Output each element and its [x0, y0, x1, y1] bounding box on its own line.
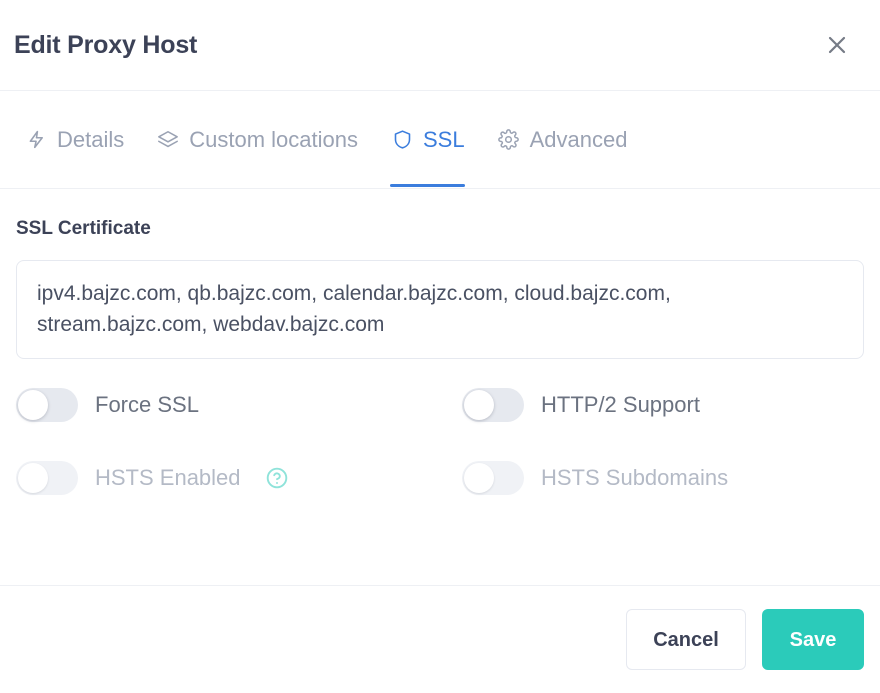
tab-bar: Details Custom locations SSL Advanced — [0, 91, 880, 189]
hsts-subdomains-label: HSTS Subdomains — [541, 465, 729, 491]
edit-proxy-host-modal: Edit Proxy Host Details Custom locations… — [0, 0, 880, 693]
force-ssl-toggle[interactable] — [16, 388, 78, 423]
http2-support-toggle[interactable] — [462, 388, 524, 423]
tab-advanced-label: Advanced — [529, 126, 628, 152]
gear-icon — [497, 128, 521, 152]
ssl-certificate-label: SSL Certificate — [16, 218, 151, 239]
tab-ssl[interactable]: SSL — [374, 91, 481, 188]
tab-custom-locations-label: Custom locations — [189, 126, 358, 152]
page-title: Edit Proxy Host — [14, 30, 198, 59]
tab-ssl-label: SSL — [423, 126, 465, 152]
toggle-row-http2-support: HTTP/2 Support — [462, 388, 864, 423]
tab-details[interactable]: Details — [8, 91, 140, 188]
tab-advanced[interactable]: Advanced — [481, 91, 644, 188]
hsts-enabled-toggle[interactable] — [16, 461, 78, 496]
help-circle-icon[interactable] — [265, 466, 289, 490]
toggle-row-hsts-enabled: HSTS Enabled — [16, 461, 462, 496]
force-ssl-label: Force SSL — [95, 392, 199, 418]
ssl-options-grid: Force SSL HTTP/2 Support HSTS Enabled HS… — [16, 388, 864, 496]
toggle-knob — [18, 463, 48, 494]
close-button[interactable] — [820, 28, 854, 62]
layers-icon — [156, 128, 180, 152]
shield-icon — [390, 128, 414, 152]
hsts-subdomains-toggle[interactable] — [462, 461, 524, 496]
toggle-knob — [18, 390, 48, 421]
toggle-row-force-ssl: Force SSL — [16, 388, 462, 423]
toggle-row-hsts-subdomains: HSTS Subdomains — [462, 461, 864, 496]
cancel-button[interactable]: Cancel — [626, 609, 746, 670]
tab-custom-locations[interactable]: Custom locations — [140, 91, 374, 188]
ssl-certificate-select[interactable]: ipv4.bajzc.com, qb.bajzc.com, calendar.b… — [16, 260, 864, 360]
close-icon — [826, 34, 848, 56]
http2-support-label: HTTP/2 Support — [541, 392, 700, 418]
modal-body: SSL Certificate ipv4.bajzc.com, qb.bajzc… — [0, 189, 880, 585]
modal-header: Edit Proxy Host — [0, 0, 880, 91]
tab-details-label: Details — [57, 126, 125, 152]
save-button[interactable]: Save — [762, 609, 864, 670]
toggle-knob — [464, 463, 494, 494]
modal-footer: Cancel Save — [0, 585, 880, 693]
hsts-enabled-label: HSTS Enabled — [95, 465, 241, 491]
toggle-knob — [464, 390, 494, 421]
zap-icon — [24, 128, 48, 152]
